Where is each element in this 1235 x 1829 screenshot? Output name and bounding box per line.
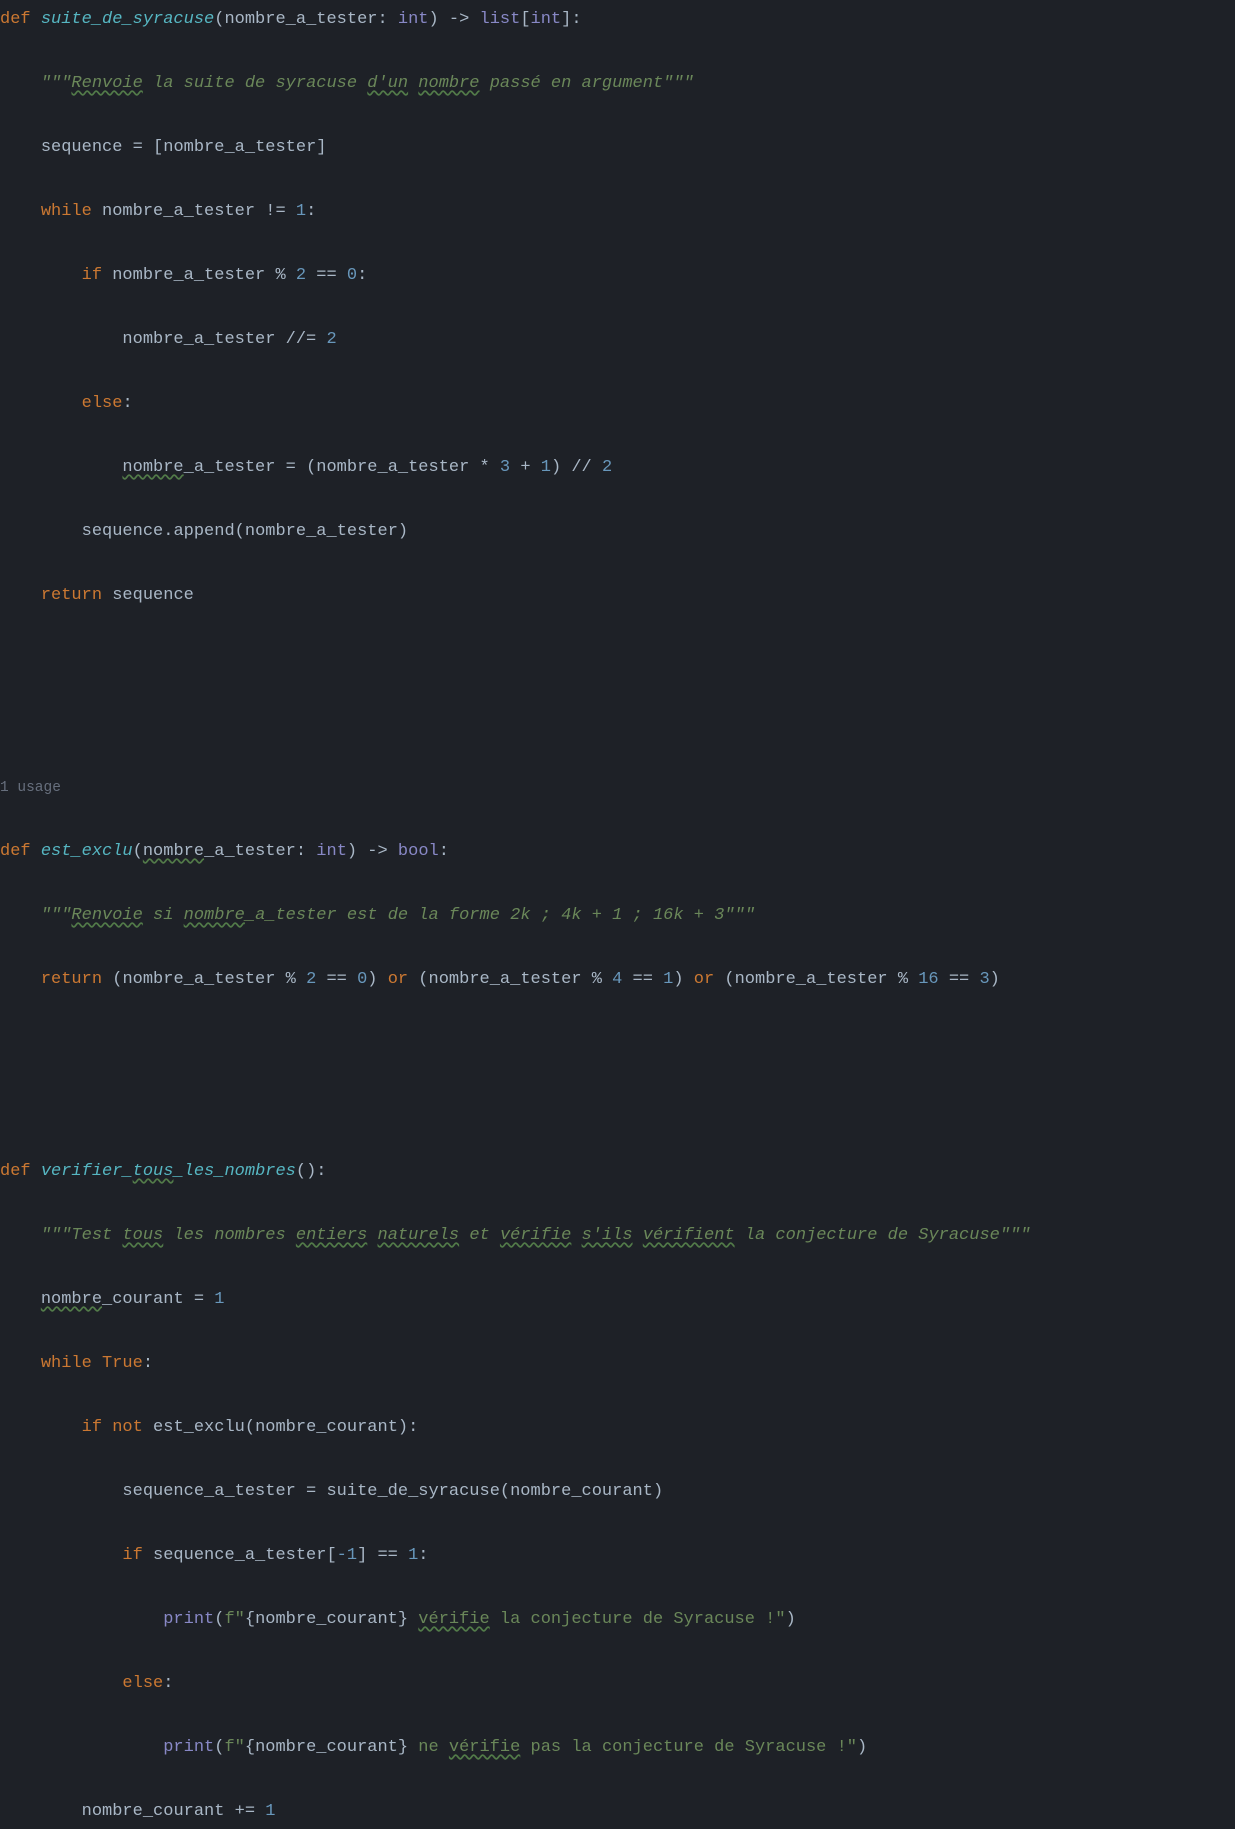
line: sequence.append(nombre_a_tester) — [0, 516, 1235, 548]
line: if not est_exclu(nombre_courant): — [0, 1412, 1235, 1444]
line: def verifier_tous_les_nombres(): — [0, 1156, 1235, 1188]
line: else: — [0, 388, 1235, 420]
line: return (nombre_a_tester % 2 == 0) or (no… — [0, 964, 1235, 996]
line: if sequence_a_tester[-1] == 1: — [0, 1540, 1235, 1572]
line: nombre_courant = 1 — [0, 1284, 1235, 1316]
line: else: — [0, 1668, 1235, 1700]
line: """Test tous les nombres entiers naturel… — [0, 1220, 1235, 1252]
line: while True: — [0, 1348, 1235, 1380]
line: if nombre_a_tester % 2 == 0: — [0, 260, 1235, 292]
line: return sequence — [0, 580, 1235, 612]
line: sequence = [nombre_a_tester] — [0, 132, 1235, 164]
blank-line — [0, 1028, 1235, 1060]
blank-line — [0, 1092, 1235, 1124]
blank-line — [0, 708, 1235, 740]
line: def suite_de_syracuse(nombre_a_tester: i… — [0, 4, 1235, 36]
line: while nombre_a_tester != 1: — [0, 196, 1235, 228]
line: nombre_courant += 1 — [0, 1796, 1235, 1828]
line: nombre_a_tester = (nombre_a_tester * 3 +… — [0, 452, 1235, 484]
line: print(f"{nombre_courant} vérifie la conj… — [0, 1604, 1235, 1636]
line: print(f"{nombre_courant} ne vérifie pas … — [0, 1732, 1235, 1764]
code-editor[interactable]: def suite_de_syracuse(nombre_a_tester: i… — [0, 4, 1235, 1828]
usage-hint[interactable]: 1 usage — [0, 772, 1235, 804]
line: """Renvoie si nombre_a_tester est de la … — [0, 900, 1235, 932]
line: """Renvoie la suite de syracuse d'un nom… — [0, 68, 1235, 100]
blank-line — [0, 644, 1235, 676]
line: def est_exclu(nombre_a_tester: int) -> b… — [0, 836, 1235, 868]
line: sequence_a_tester = suite_de_syracuse(no… — [0, 1476, 1235, 1508]
line: nombre_a_tester //= 2 — [0, 324, 1235, 356]
